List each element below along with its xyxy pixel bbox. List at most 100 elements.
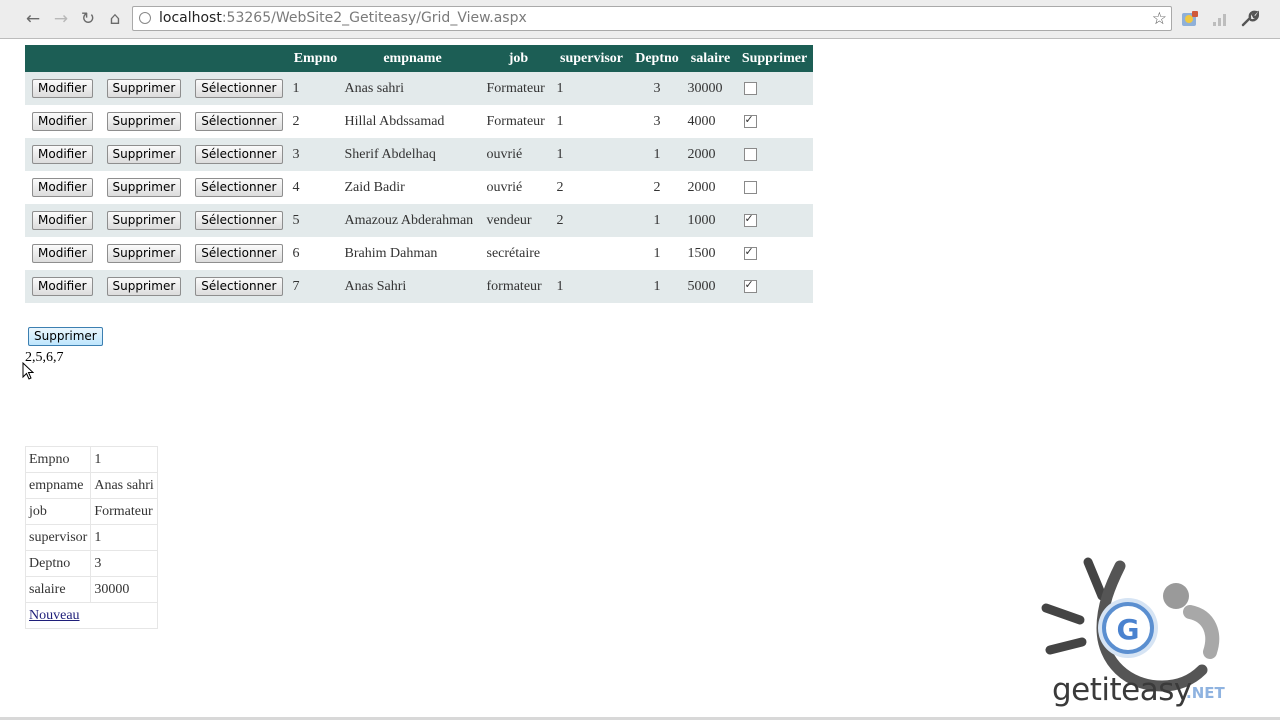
delete-cell: Supprimer [99,171,189,204]
header-edit-col [25,45,100,72]
delete-button[interactable]: Supprimer [106,211,182,230]
details-label: supervisor [24,524,92,551]
new-record-link[interactable]: Nouveau [29,608,80,623]
details-label: Deptno [24,550,92,577]
empno-cell: 5 [289,204,342,237]
salaire-value: 5000 [687,278,716,294]
empname-cell: Hillal Abdssamad [341,105,484,138]
delete-cell: Supprimer [99,237,189,270]
bulk-delete-button[interactable]: Supprimer [28,327,103,346]
details-row: salaire 30000 [24,576,158,603]
forward-icon[interactable]: → [50,8,72,30]
salaire-cell: 2000 [684,138,737,171]
empno-value: 6 [292,245,300,261]
select-button[interactable]: Sélectionner [195,79,283,98]
job-value: ouvrié [486,179,523,195]
delete-cell: Supprimer [99,105,189,138]
edit-button[interactable]: Modifier [32,178,93,197]
select-button[interactable]: Sélectionner [195,211,283,230]
table-row: Modifier Supprimer Sélectionner 4 Zaid B… [25,171,813,204]
select-button[interactable]: Sélectionner [195,112,283,131]
signal-icon[interactable] [1210,9,1230,29]
edit-button[interactable]: Modifier [32,79,93,98]
delete-button[interactable]: Supprimer [106,277,182,296]
delete-button[interactable]: Supprimer [106,244,182,263]
supervisor-value: 2 [556,212,564,228]
select-cell: Sélectionner [188,204,290,237]
delete-button[interactable]: Supprimer [106,145,182,164]
salaire-cell: 2000 [684,171,737,204]
delete-checkbox[interactable] [743,180,757,194]
select-cell: Sélectionner [188,171,290,204]
back-icon[interactable]: ← [22,8,44,30]
home-icon[interactable]: ⌂ [104,8,126,30]
edit-cell: Modifier [25,270,100,303]
deptno-value: 1 [653,146,661,162]
empno-cell: 4 [289,171,342,204]
job-value: formateur [486,278,542,294]
salaire-cell: 1500 [684,237,737,270]
supprimer-cell [736,270,813,303]
deptno-value: 3 [653,113,661,129]
edit-cell: Modifier [25,204,100,237]
delete-button[interactable]: Supprimer [106,178,182,197]
deptno-cell: 3 [629,105,685,138]
empno-cell: 7 [289,270,342,303]
salaire-cell: 4000 [684,105,737,138]
supprimer-cell [736,72,813,105]
supprimer-cell [736,171,813,204]
empname-value: Zaid Badir [344,179,405,195]
edit-button[interactable]: Modifier [32,145,93,164]
edit-button[interactable]: Modifier [32,211,93,230]
supervisor-cell: 1 [553,138,630,171]
details-value: 1 [90,524,158,551]
header-select-col [188,45,290,72]
details-value: Formateur [90,498,158,525]
edit-button[interactable]: Modifier [32,112,93,131]
deptno-value: 1 [653,278,661,294]
empno-value: 7 [292,278,300,294]
select-button[interactable]: Sélectionner [195,178,283,197]
delete-cell: Supprimer [99,138,189,171]
supervisor-cell: 1 [553,270,630,303]
job-cell: Formateur [483,72,554,105]
header-supprimer: Supprimer [736,45,813,72]
select-button[interactable]: Sélectionner [195,277,283,296]
select-button[interactable]: Sélectionner [195,244,283,263]
delete-checkbox[interactable] [743,212,757,227]
reload-icon[interactable]: ↻ [77,8,99,30]
salaire-value: 2000 [687,146,716,162]
wrench-icon[interactable] [1239,9,1259,29]
empname-value: Brahim Dahman [344,245,438,261]
table-row: Modifier Supprimer Sélectionner 7 Anas S… [25,270,813,303]
address-bar[interactable]: localhost:53265/WebSite2_Getiteasy/Grid_… [132,6,1172,31]
header-deptno: Deptno [629,45,685,72]
delete-cell: Supprimer [99,204,189,237]
salaire-cell: 30000 [684,72,737,105]
bookmark-star-icon[interactable]: ☆ [1152,8,1167,30]
deptno-cell: 1 [629,270,685,303]
details-label: empname [24,472,92,499]
delete-checkbox[interactable] [743,113,757,128]
edit-button[interactable]: Modifier [32,244,93,263]
header-salaire: salaire [684,45,737,72]
job-value: ouvrié [486,146,523,162]
job-cell: Formateur [483,105,554,138]
delete-checkbox[interactable] [743,81,757,95]
job-value: Formateur [486,80,545,96]
delete-checkbox[interactable] [743,278,757,293]
delete-checkbox[interactable] [743,147,757,161]
extension-icon[interactable] [1180,9,1200,29]
delete-button[interactable]: Supprimer [106,112,182,131]
details-view: Empno 1 empname Anas sahri job Formateur… [24,446,158,629]
deptno-value: 1 [653,245,661,261]
job-cell: vendeur [483,204,554,237]
delete-checkbox[interactable] [743,245,757,260]
edit-button[interactable]: Modifier [32,277,93,296]
edit-cell: Modifier [25,138,100,171]
job-cell: formateur [483,270,554,303]
job-cell: ouvrié [483,138,554,171]
salaire-value: 1000 [687,212,716,228]
select-button[interactable]: Sélectionner [195,145,283,164]
delete-button[interactable]: Supprimer [106,79,182,98]
